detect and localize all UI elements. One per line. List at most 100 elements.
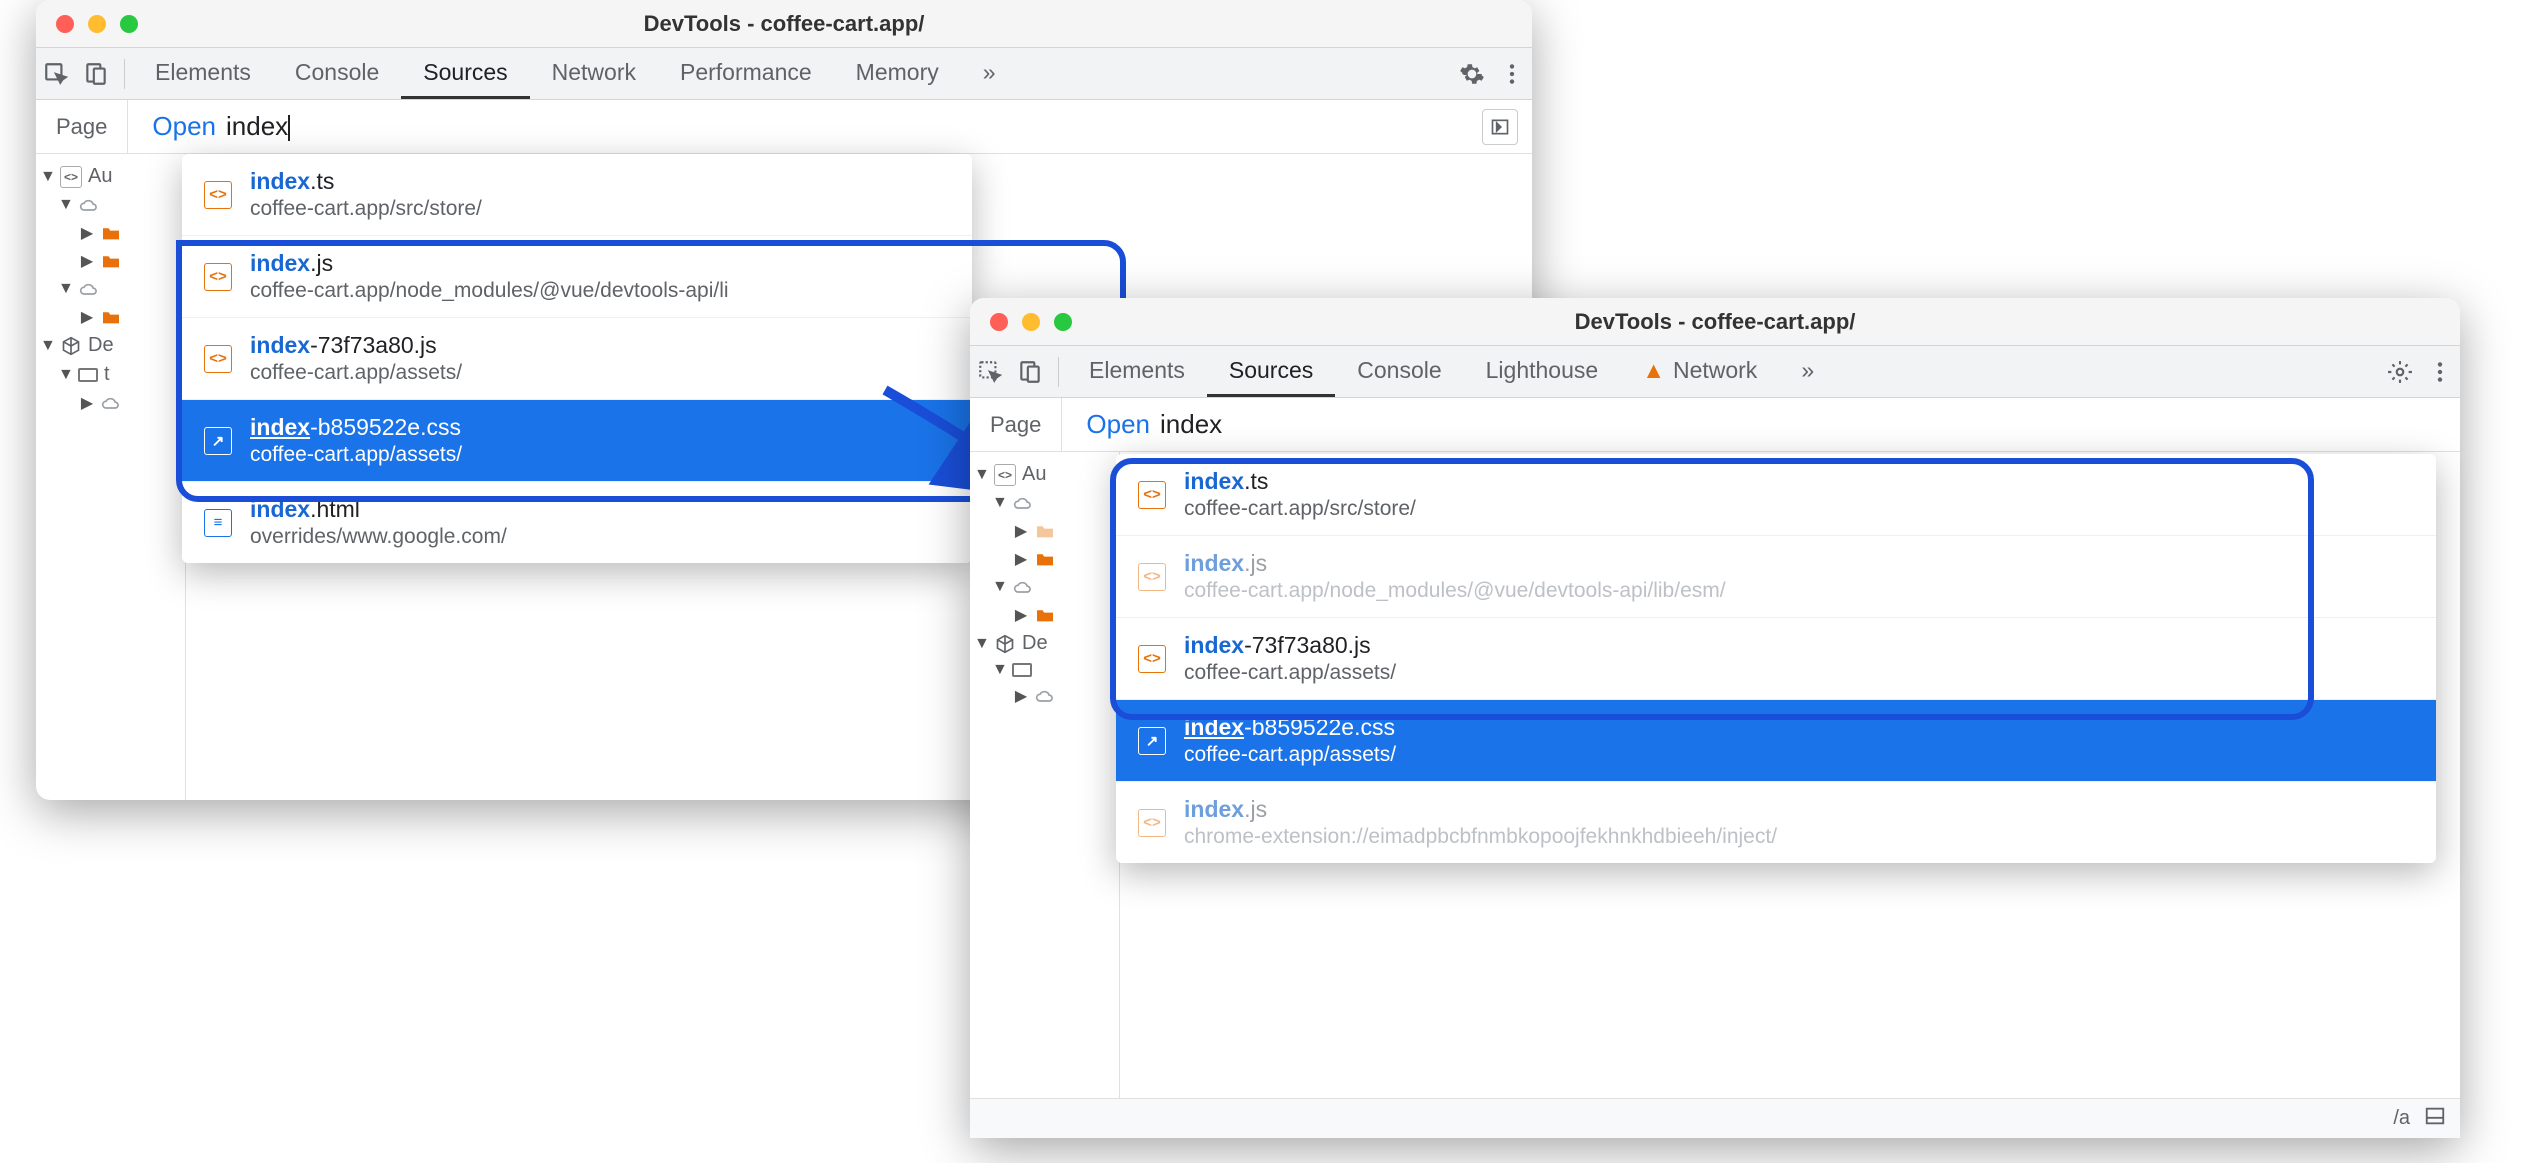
inspect-icon[interactable] (36, 54, 76, 94)
dropdown-item[interactable]: ≡ index.html overrides/www.google.com/ (182, 482, 972, 563)
tab-sources[interactable]: Sources (1207, 346, 1335, 397)
tree-label: Au (1022, 463, 1046, 486)
tab-sources[interactable]: Sources (401, 48, 529, 99)
file-name: index-73f73a80.js (250, 332, 462, 359)
frame-icon (78, 368, 98, 382)
tab-performance[interactable]: Performance (658, 48, 834, 99)
inspect-icon[interactable] (970, 352, 1010, 392)
titlebar: DevTools - coffee-cart.app/ (36, 0, 1532, 48)
settings-icon[interactable] (2380, 352, 2420, 392)
file-path: coffee-cart.app/assets/ (1184, 661, 1396, 685)
command-query: index (226, 111, 288, 141)
tree-label: De (88, 334, 114, 357)
tab-elements[interactable]: Elements (1067, 346, 1207, 397)
tab-console[interactable]: Console (1335, 346, 1463, 397)
dropdown-item[interactable]: <> index.js chrome-extension://eimadpbcb… (1116, 782, 2436, 863)
folder-icon (100, 306, 122, 328)
cube-icon (60, 335, 82, 357)
file-path: coffee-cart.app/node_modules/@vue/devtoo… (1184, 579, 1726, 603)
script-file-icon: <> (204, 345, 232, 373)
file-path: coffee-cart.app/src/store/ (1184, 497, 1416, 521)
script-file-icon: <> (1138, 809, 1166, 837)
file-name: index.html (250, 496, 507, 523)
folder-icon (1034, 520, 1056, 542)
status-text: /a (2393, 1107, 2410, 1130)
file-name: index.js (1184, 550, 1726, 577)
main-toolbar: Elements Console Sources Network Perform… (36, 48, 1532, 100)
folder-icon (1034, 604, 1056, 626)
sources-subbar: Page Open index (970, 398, 2460, 452)
warning-icon: ▲ (1642, 357, 1665, 384)
html-file-icon: ≡ (204, 509, 232, 537)
file-path: coffee-cart.app/assets/ (250, 361, 462, 385)
script-file-icon: <> (1138, 481, 1166, 509)
tab-elements[interactable]: Elements (133, 48, 273, 99)
css-file-icon: ↗ (1138, 727, 1166, 755)
panel-tabs: Elements Console Sources Network Perform… (133, 48, 1452, 99)
dropdown-item-selected[interactable]: ↗ index-b859522e.css coffee-cart.app/ass… (182, 400, 972, 482)
command-menu[interactable]: Open index (1062, 409, 1222, 440)
sources-subbar: Page Open index (36, 100, 1532, 154)
page-tab[interactable]: Page (36, 100, 128, 153)
code-icon: <> (60, 166, 82, 188)
folder-icon (100, 250, 122, 272)
status-bar: /a (970, 1098, 2460, 1138)
command-dropdown: <> index.ts coffee-cart.app/src/store/ <… (182, 154, 972, 563)
device-toggle-icon[interactable] (1010, 352, 1050, 392)
cube-icon (994, 633, 1016, 655)
panel-toggle-icon[interactable] (2424, 1105, 2446, 1133)
page-tab[interactable]: Page (970, 398, 1062, 451)
command-query: index (1160, 409, 1222, 440)
divider (124, 59, 125, 89)
device-toggle-icon[interactable] (76, 54, 116, 94)
code-icon: <> (994, 464, 1016, 486)
dropdown-item[interactable]: <> index-73f73a80.js coffee-cart.app/ass… (1116, 618, 2436, 700)
settings-icon[interactable] (1452, 54, 1492, 94)
file-path: coffee-cart.app/src/store/ (250, 197, 482, 221)
frame-icon (1012, 663, 1032, 677)
script-file-icon: <> (204, 181, 232, 209)
tabs-overflow[interactable]: » (961, 48, 1018, 99)
command-menu[interactable]: Open index (128, 111, 290, 142)
file-name: index-b859522e.css (250, 414, 462, 441)
kebab-menu-icon[interactable] (1492, 54, 1532, 94)
cloud-icon (1034, 685, 1056, 707)
tree-label: t (104, 363, 110, 386)
dropdown-item[interactable]: <> index.ts coffee-cart.app/src/store/ (182, 154, 972, 236)
cloud-icon (1012, 492, 1034, 514)
kebab-menu-icon[interactable] (2420, 352, 2460, 392)
tab-lighthouse[interactable]: Lighthouse (1464, 346, 1621, 397)
dropdown-item[interactable]: <> index-73f73a80.js coffee-cart.app/ass… (182, 318, 972, 400)
cloud-icon (100, 392, 122, 414)
tab-console[interactable]: Console (273, 48, 401, 99)
cloud-icon (78, 194, 100, 216)
tab-memory[interactable]: Memory (834, 48, 961, 99)
file-name: index.ts (250, 168, 482, 195)
file-path: coffee-cart.app/assets/ (250, 443, 462, 467)
file-tree[interactable]: ▼<>Au ▼ ▶ ▶ ▼ ▶ ▼De ▼ ▶ (970, 452, 1120, 1138)
cloud-icon (1012, 576, 1034, 598)
tab-network[interactable]: ▲Network (1620, 346, 1779, 397)
tabs-overflow[interactable]: » (1779, 346, 1836, 397)
file-path: coffee-cart.app/node_modules/@vue/devtoo… (250, 279, 729, 303)
file-path: overrides/www.google.com/ (250, 525, 507, 549)
tree-label: Au (88, 165, 112, 188)
dropdown-item[interactable]: <> index.js coffee-cart.app/node_modules… (182, 236, 972, 318)
script-file-icon: <> (1138, 645, 1166, 673)
tab-network[interactable]: Network (530, 48, 658, 99)
command-action: Open (1086, 409, 1150, 440)
window-title: DevTools - coffee-cart.app/ (36, 11, 1532, 37)
main-toolbar: Elements Sources Console Lighthouse ▲Net… (970, 346, 2460, 398)
dropdown-item[interactable]: <> index.ts coffee-cart.app/src/store/ (1116, 454, 2436, 536)
file-name: index.ts (1184, 468, 1416, 495)
devtools-window-2: DevTools - coffee-cart.app/ Elements Sou… (970, 298, 2460, 1138)
script-file-icon: <> (1138, 563, 1166, 591)
titlebar: DevTools - coffee-cart.app/ (970, 298, 2460, 346)
toggle-sidebar-icon[interactable] (1482, 109, 1518, 145)
file-path: chrome-extension://eimadpbcbfnmbkopoojfe… (1184, 825, 1777, 849)
dropdown-item-selected[interactable]: ↗ index-b859522e.css coffee-cart.app/ass… (1116, 700, 2436, 782)
dropdown-item[interactable]: <> index.js coffee-cart.app/node_modules… (1116, 536, 2436, 618)
css-file-icon: ↗ (204, 427, 232, 455)
file-tree[interactable]: ▼<>Au ▼ ▶ ▶ ▼ ▶ ▼De ▼t ▶ (36, 154, 186, 800)
tree-label: De (1022, 632, 1048, 655)
